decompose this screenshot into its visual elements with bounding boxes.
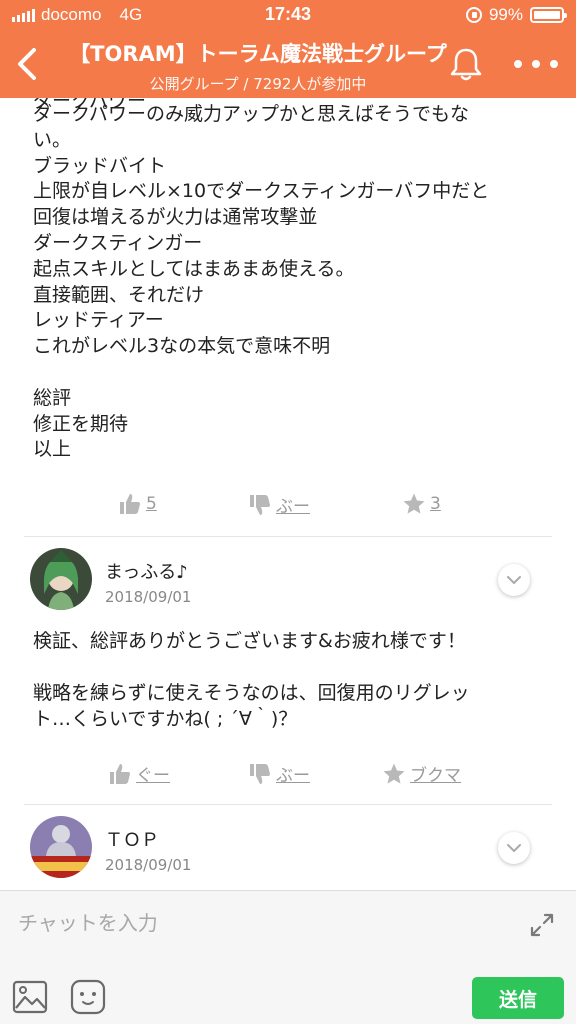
more-dot-icon bbox=[532, 60, 540, 68]
sticker-icon bbox=[70, 979, 106, 1015]
post-line-partial: ダークパワー bbox=[33, 98, 147, 112]
avatar[interactable] bbox=[30, 816, 92, 878]
comment-menu-button[interactable] bbox=[498, 832, 530, 864]
dislike-label: ぶー bbox=[276, 766, 310, 786]
bell-icon bbox=[450, 48, 482, 81]
bookmark-button[interactable]: 3 bbox=[402, 492, 441, 516]
expand-icon bbox=[530, 913, 554, 937]
like-count: 5 bbox=[146, 494, 157, 514]
like-label: ぐー bbox=[136, 766, 170, 786]
divider bbox=[24, 536, 552, 537]
sticker-button[interactable] bbox=[70, 979, 106, 1015]
more-dot-icon bbox=[550, 60, 558, 68]
post-line: 回復は増えるが火力は通常攻撃並 bbox=[33, 206, 318, 229]
chat-input-bar: 送信 bbox=[0, 890, 576, 1024]
comment-line: ト…くらいですかね( ; ´∀｀)？ bbox=[33, 708, 298, 730]
chevron-down-icon bbox=[507, 576, 521, 584]
post-line: 起点スキルとしてはまあまあ使える。 bbox=[33, 257, 355, 280]
post-line: い。 bbox=[33, 128, 72, 151]
post-line: 上限が自レベル×10でダークスティンガーバフ中だと bbox=[33, 180, 490, 203]
post-line bbox=[33, 360, 553, 386]
thumbs-down-icon bbox=[250, 763, 270, 784]
bookmark-button[interactable]: ブクマ bbox=[382, 761, 461, 786]
post-body: ダークパワー ダークパワーのみ威力アップかと思えばそうでもな い。 ブラッドバイ… bbox=[33, 98, 553, 463]
dislike-button[interactable]: ぶー bbox=[248, 492, 310, 517]
like-button[interactable]: ぐー bbox=[108, 761, 170, 786]
rotation-lock-icon bbox=[465, 7, 482, 23]
thread-content[interactable]: ダークパワー ダークパワーのみ威力アップかと思えばそうでもな い。 ブラッドバイ… bbox=[0, 98, 576, 890]
group-subtitle: 公開グループ / 7292人が参加中 bbox=[149, 75, 367, 93]
comment-line: 検証、総評ありがとうございます&お疲れ様です！ bbox=[33, 630, 466, 652]
post-line: レッドティアー bbox=[33, 309, 164, 332]
battery-percent: 99% bbox=[488, 5, 523, 24]
avatar-image bbox=[30, 548, 92, 610]
image-button[interactable] bbox=[12, 979, 48, 1015]
post-line: 以上 bbox=[33, 438, 72, 461]
expand-button[interactable] bbox=[528, 911, 556, 939]
comment-menu-button[interactable] bbox=[498, 564, 530, 596]
comment-body: 検証、総評ありがとうございます&お疲れ様です！ 戦略を練らずに使えそうなのは、回… bbox=[33, 628, 553, 732]
like-button[interactable]: 5 bbox=[118, 492, 157, 516]
dislike-label: ぶー bbox=[276, 497, 310, 517]
comment-author: ＴＯＰ bbox=[105, 830, 159, 851]
comment-date: 2018/09/01 bbox=[105, 856, 192, 874]
chat-input[interactable] bbox=[18, 905, 498, 941]
post-line: 総評 bbox=[33, 386, 72, 409]
star-icon bbox=[383, 763, 405, 784]
bookmark-label: ブクマ bbox=[410, 766, 461, 786]
star-icon bbox=[403, 493, 425, 514]
battery-icon bbox=[530, 7, 567, 23]
post-line: ダークスティンガー bbox=[33, 231, 203, 254]
group-header: 【TORAM】トーラム魔法戦士グループ 公開グループ / 7292人が参加中 bbox=[60, 38, 456, 94]
post-line: 修正を期待 bbox=[33, 412, 129, 435]
dislike-button[interactable]: ぶー bbox=[248, 761, 310, 786]
post-line: ブラッドバイト bbox=[33, 154, 167, 177]
post-actions: 5 ぶー 3 bbox=[0, 492, 576, 532]
status-right: 99% bbox=[465, 5, 567, 25]
back-button[interactable] bbox=[6, 40, 50, 88]
bookmark-count: 3 bbox=[430, 494, 441, 514]
thumbs-down-icon bbox=[250, 494, 270, 515]
nav-bar: 【TORAM】トーラム魔法戦士グループ 公開グループ / 7292人が参加中 bbox=[0, 30, 576, 98]
more-dot-icon bbox=[514, 60, 522, 68]
image-icon bbox=[12, 980, 48, 1014]
thumbs-up-icon bbox=[110, 763, 130, 784]
avatar-image bbox=[30, 816, 92, 878]
battery-fill bbox=[534, 11, 560, 19]
avatar[interactable] bbox=[30, 548, 92, 610]
comment-actions: ぐー ぶー ブクマ bbox=[0, 761, 576, 801]
more-button[interactable] bbox=[514, 48, 558, 80]
chevron-down-icon bbox=[507, 844, 521, 852]
notification-button[interactable] bbox=[446, 44, 486, 84]
chevron-left-icon bbox=[18, 48, 36, 80]
thumbs-up-icon bbox=[120, 494, 140, 514]
send-button[interactable]: 送信 bbox=[472, 977, 564, 1019]
post-line: 直接範囲、それだけ bbox=[33, 283, 205, 306]
status-bar: docomo 4G 17:43 99% bbox=[0, 0, 576, 30]
comment-date: 2018/09/01 bbox=[105, 588, 192, 606]
comment-author: まっふる♪ bbox=[105, 562, 188, 583]
group-title: 【TORAM】トーラム魔法戦士グループ bbox=[69, 42, 447, 66]
comment-line bbox=[33, 654, 553, 680]
comment-line: 戦略を練らずに使えそうなのは、回復用のリグレッ bbox=[33, 682, 470, 704]
divider bbox=[24, 804, 552, 805]
post-line: これがレベル3なの本気で意味不明 bbox=[33, 335, 331, 358]
